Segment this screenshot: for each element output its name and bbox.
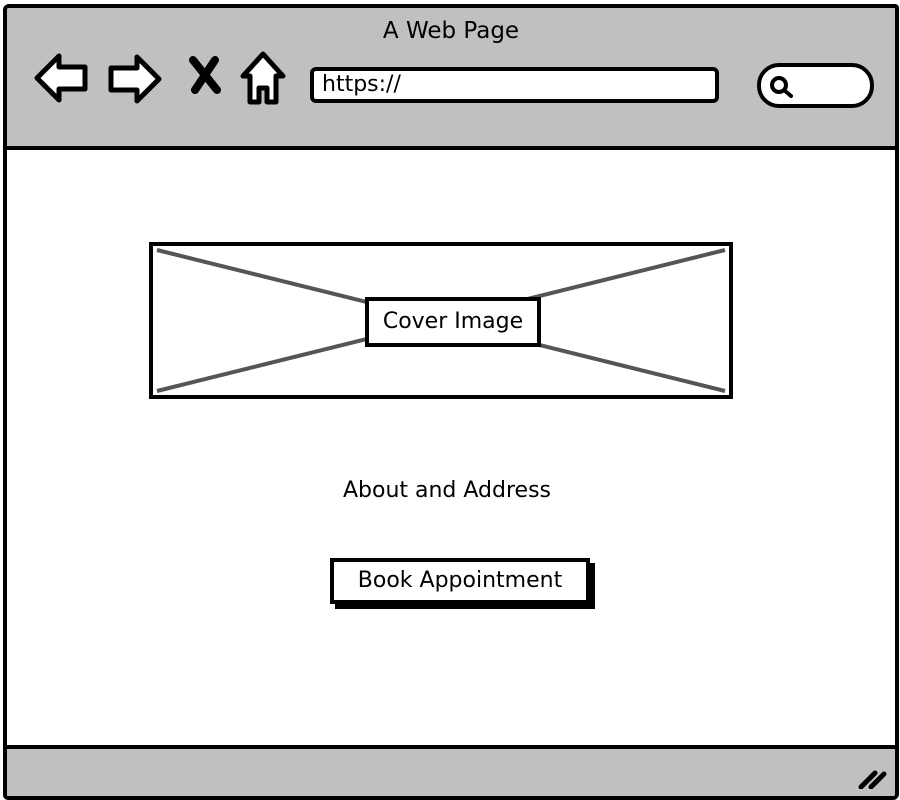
back-arrow-icon <box>34 53 88 103</box>
status-bar <box>7 745 895 796</box>
search-icon <box>770 76 793 98</box>
cover-image-label: Cover Image <box>365 297 541 347</box>
window-title: A Web Page <box>382 18 520 44</box>
search-input[interactable] <box>757 63 874 108</box>
forward-arrow-icon <box>108 54 162 104</box>
back-button[interactable] <box>33 52 89 108</box>
browser-toolbar: A Web Page https:// <box>7 8 895 150</box>
forward-button[interactable] <box>107 53 163 109</box>
cover-image: Cover Image <box>149 242 733 399</box>
browser-window: A Web Page https:// Cover Image About an… <box>3 4 899 800</box>
address-bar[interactable]: https:// <box>310 67 719 103</box>
home-button[interactable] <box>237 50 289 110</box>
resize-grip-icon[interactable] <box>857 767 887 789</box>
home-icon <box>240 51 286 105</box>
close-icon <box>189 56 221 94</box>
about-address-text: About and Address <box>342 478 552 503</box>
book-appointment-button[interactable]: Book Appointment <box>330 558 590 604</box>
stop-button[interactable] <box>187 55 223 99</box>
